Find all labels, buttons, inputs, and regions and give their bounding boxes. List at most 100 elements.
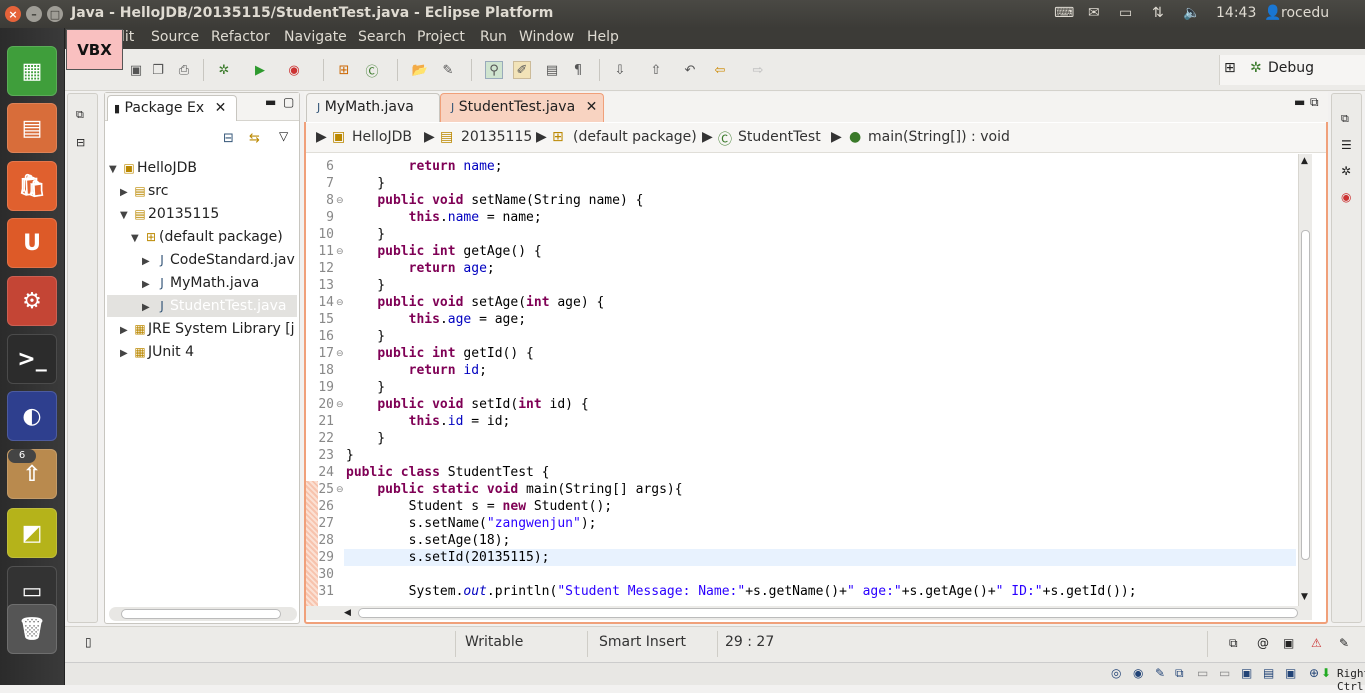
expanded-twisty-icon[interactable]: ▼	[109, 159, 121, 179]
pkg-horizontal-scrollbar[interactable]	[109, 607, 297, 621]
tree-item[interactable]: ▶ ▤ src	[120, 180, 295, 202]
breadcrumb-arrow-icon[interactable]: ▶	[702, 129, 713, 145]
expanded-twisty-icon[interactable]: ▼	[131, 228, 143, 248]
collapsed-twisty-icon[interactable]: ▶	[120, 343, 132, 363]
shared-folders-icon[interactable]: ▭	[1197, 666, 1208, 680]
code-line[interactable]: s.setId(20135115);	[346, 549, 550, 566]
tree-item[interactable]: ▶ J StudentTest.java	[107, 295, 297, 317]
calc-spreadsheet-icon[interactable]: ▦	[7, 46, 57, 96]
back-icon[interactable]: ⇦	[711, 61, 729, 79]
restore-icon[interactable]: ⧉	[76, 108, 84, 122]
network-adapter-icon[interactable]: ⧉	[1175, 666, 1184, 681]
error-log-icon[interactable]: ⚠	[1311, 636, 1322, 650]
previous-annotation-icon[interactable]: ⇧	[647, 61, 665, 79]
cpu-icon[interactable]: ▤	[1263, 666, 1274, 680]
search-icon[interactable]: ✎	[439, 61, 457, 79]
presentation-icon[interactable]: ◩	[7, 508, 57, 558]
collapsed-twisty-icon[interactable]: ▶	[142, 274, 154, 294]
next-annotation-icon[interactable]: ⇩	[611, 61, 629, 79]
code-line[interactable]: }	[346, 328, 385, 345]
print-icon[interactable]: ⎙	[175, 61, 193, 79]
collapsed-twisty-icon[interactable]: ▶	[120, 320, 132, 340]
package-explorer-tab[interactable]: ▮ Package Ex ✕	[107, 95, 237, 121]
editor-scroll-thumb[interactable]	[1301, 230, 1310, 560]
window-close-button[interactable]: ×	[5, 6, 21, 22]
code-line[interactable]: return id;	[346, 362, 487, 379]
at-icon[interactable]: @	[1257, 636, 1269, 650]
breadcrumb-arrow-icon[interactable]: ▶	[424, 129, 435, 145]
forward-icon[interactable]: ⇨	[749, 61, 767, 79]
menu-help[interactable]: Help	[587, 29, 619, 45]
code-editor[interactable]: return name; } public void setName(Strin…	[344, 154, 1296, 606]
fold-toggle-icon[interactable]: ⊖	[336, 196, 344, 206]
mouse-integration-icon[interactable]: ▣	[1285, 666, 1296, 680]
code-line[interactable]: public int getId() {	[346, 345, 534, 362]
user-name[interactable]: rocedu	[1281, 5, 1329, 21]
display-icon[interactable]: ▭	[1219, 666, 1230, 680]
fold-toggle-icon[interactable]: ⊖	[336, 247, 344, 257]
fold-toggle-icon[interactable]: ⊖	[336, 298, 344, 308]
battery-icon[interactable]: ▭	[1119, 5, 1132, 21]
save-all-icon[interactable]: ❐	[149, 61, 167, 79]
last-edit-location-icon[interactable]: ↶	[681, 61, 699, 79]
software-center-icon[interactable]: 🛍	[7, 161, 57, 211]
editor-tab-mymath[interactable]: J MyMath.java	[306, 93, 440, 122]
toggle-breadcrumb-icon[interactable]: ⚲	[485, 61, 503, 79]
menu-project[interactable]: Project	[417, 29, 465, 45]
breadcrumb-project[interactable]: HelloJDB	[352, 129, 412, 145]
impress-presentation-icon[interactable]: ▤	[7, 103, 57, 153]
ubuntu-one-icon[interactable]: U	[7, 218, 57, 268]
code-line[interactable]: public void setName(String name) {	[346, 192, 643, 209]
code-line[interactable]: public void setAge(int age) {	[346, 294, 604, 311]
host-key-icon[interactable]: ⬇	[1321, 666, 1331, 680]
code-line[interactable]: s.setName("zangwenjun");	[346, 515, 597, 532]
scroll-left-icon[interactable]: ◀	[344, 608, 351, 618]
minimize-view-icon[interactable]: ▬	[1294, 95, 1305, 109]
code-line[interactable]: public int getAge() {	[346, 243, 541, 260]
run-coverage-icon[interactable]: ◉	[285, 61, 303, 79]
code-line[interactable]: return age;	[346, 260, 495, 277]
outline-view-icon[interactable]: ☰	[1341, 138, 1352, 152]
minimize-view-icon[interactable]: ▬	[265, 95, 276, 109]
code-line[interactable]: s.setAge(18);	[346, 532, 511, 549]
editor-tab-studenttest[interactable]: J StudentTest.java ✕	[440, 93, 604, 122]
save-icon[interactable]: ▣	[127, 61, 145, 79]
view-menu-icon[interactable]: ▽	[279, 129, 288, 143]
breadcrumb-arrow-icon[interactable]: ▶	[316, 129, 327, 145]
terminal-icon[interactable]: >_	[7, 334, 57, 384]
link-with-editor-icon[interactable]: ⇆	[249, 131, 260, 146]
code-line[interactable]: this.name = name;	[346, 209, 542, 226]
window-maximize-button[interactable]: □	[47, 6, 63, 22]
editor-vertical-scrollbar[interactable]: ▲ ▼	[1298, 154, 1312, 606]
new-java-package-icon[interactable]: ⊞	[335, 61, 353, 79]
tree-item[interactable]: ▼ ▣ HelloJDB	[109, 157, 295, 179]
hierarchy-view-icon[interactable]: ⊟	[76, 136, 85, 149]
expanded-twisty-icon[interactable]: ▼	[120, 205, 132, 225]
debug-view-icon[interactable]: ✲	[1341, 164, 1351, 178]
scroll-up-icon[interactable]: ▲	[1301, 156, 1308, 166]
eclipse-icon[interactable]: ◐	[7, 391, 57, 441]
breadcrumb-class[interactable]: StudentTest	[738, 129, 821, 145]
code-line[interactable]: this.age = age;	[346, 311, 526, 328]
code-line[interactable]: }	[346, 175, 385, 192]
open-type-icon[interactable]: 📂	[411, 61, 429, 79]
code-line[interactable]: public static void main(String[] args){	[346, 481, 682, 498]
code-line[interactable]: }	[346, 379, 385, 396]
tree-item[interactable]: ▶ ▦ JRE System Library [ja	[120, 318, 295, 340]
breadcrumb-arrow-icon[interactable]: ▶	[536, 129, 547, 145]
fold-toggle-icon[interactable]: ⊖	[336, 349, 344, 359]
maximize-view-icon[interactable]: ▢	[283, 95, 294, 109]
optical-drive-icon[interactable]: ◉	[1133, 666, 1143, 680]
trash-icon[interactable]: 🗑	[7, 604, 57, 654]
pkg-scroll-thumb[interactable]	[121, 609, 281, 619]
breadcrumb-package[interactable]: (default package)	[573, 129, 697, 145]
debug-perspective-label[interactable]: Debug	[1268, 60, 1314, 76]
collapsed-twisty-icon[interactable]: ▶	[142, 297, 154, 317]
editor-hscroll-thumb[interactable]	[358, 608, 1298, 618]
menu-window[interactable]: Window	[519, 29, 574, 45]
fold-toggle-icon[interactable]: ⊖	[336, 400, 344, 410]
mail-icon[interactable]: ✉	[1088, 5, 1100, 21]
breadcrumb-folder[interactable]: 20135115	[461, 129, 532, 145]
keyboard-capture-icon[interactable]: ⊕	[1309, 666, 1319, 680]
usb-icon[interactable]: ✎	[1155, 666, 1165, 680]
